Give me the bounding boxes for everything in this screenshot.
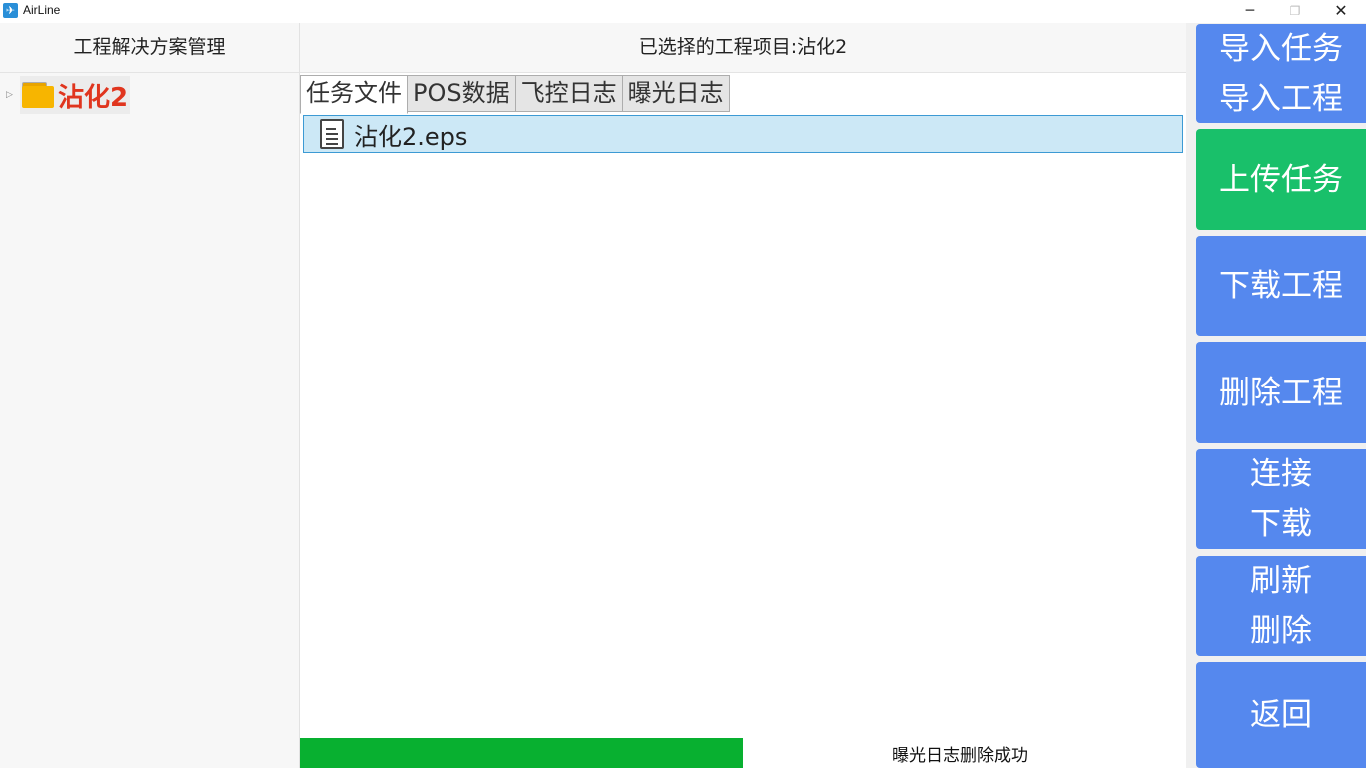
- refresh-delete-button[interactable]: 刷新 删除: [1196, 556, 1366, 656]
- button-label-line: 删除工程: [1219, 374, 1343, 411]
- file-name: 沾化2.eps: [354, 122, 468, 151]
- button-label-line: 导入任务: [1219, 30, 1343, 67]
- button-label-line: 刷新: [1250, 563, 1312, 599]
- connect-download-button[interactable]: 连接 下载: [1196, 449, 1366, 549]
- progress-bar: [300, 738, 1186, 768]
- tab-bar: 任务文件 POS数据 飞控日志 曝光日志: [300, 75, 730, 114]
- file-list: 沾化2.eps: [300, 112, 1186, 732]
- tree-node[interactable]: 沾化2: [20, 76, 131, 114]
- folder-icon: [22, 82, 54, 108]
- upload-task-button[interactable]: 上传任务: [1196, 129, 1366, 230]
- button-label-line: 下载工程: [1219, 268, 1343, 304]
- minimize-button[interactable]: ─: [1227, 0, 1273, 22]
- selected-project-title: 已选择的工程项目:沾化2: [300, 23, 1186, 73]
- button-label-line: 上传任务: [1219, 161, 1343, 198]
- document-icon: [320, 119, 344, 149]
- close-button[interactable]: ✕: [1318, 0, 1364, 22]
- tab-task-files[interactable]: 任务文件: [300, 75, 408, 114]
- button-label-line: 返回: [1250, 697, 1312, 733]
- list-item[interactable]: 沾化2.eps: [303, 115, 1183, 153]
- button-label-line: 下载: [1250, 506, 1312, 542]
- button-label-line: 删除: [1250, 613, 1312, 649]
- tab-exposure-log[interactable]: 曝光日志: [621, 75, 730, 112]
- airplane-icon: ✈: [3, 3, 18, 18]
- maximize-button[interactable]: ❐: [1272, 0, 1318, 22]
- action-panel: 导入任务 导入工程 上传任务 下载工程 删除工程 连接 下载 刷新 删除 返回: [1186, 23, 1366, 768]
- status-message: 曝光日志删除成功: [892, 746, 1028, 766]
- tab-pos-data[interactable]: POS数据: [407, 75, 516, 112]
- import-button[interactable]: 导入任务 导入工程: [1196, 24, 1366, 123]
- project-panel: 已选择的工程项目:沾化2 任务文件 POS数据 飞控日志 曝光日志 沾化2.ep…: [300, 23, 1186, 768]
- button-label-line: 导入工程: [1219, 80, 1343, 117]
- window-title: AirLine: [23, 3, 61, 17]
- tab-flight-log[interactable]: 飞控日志: [514, 75, 623, 112]
- tree-item-label: 沾化2: [58, 82, 129, 113]
- delete-project-button[interactable]: 删除工程: [1196, 342, 1366, 443]
- button-label-line: 连接: [1250, 456, 1312, 492]
- solution-panel: 工程解决方案管理 ▷ 沾化2: [0, 23, 300, 768]
- expand-arrow-icon[interactable]: ▷: [6, 90, 20, 100]
- download-project-button[interactable]: 下载工程: [1196, 236, 1366, 336]
- title-bar: ✈ AirLine ─ ❐ ✕: [0, 0, 1366, 23]
- solution-panel-title: 工程解决方案管理: [0, 23, 299, 73]
- progress-fill: [300, 738, 743, 768]
- back-button[interactable]: 返回: [1196, 662, 1366, 768]
- tree-item-project[interactable]: ▷ 沾化2: [6, 75, 131, 115]
